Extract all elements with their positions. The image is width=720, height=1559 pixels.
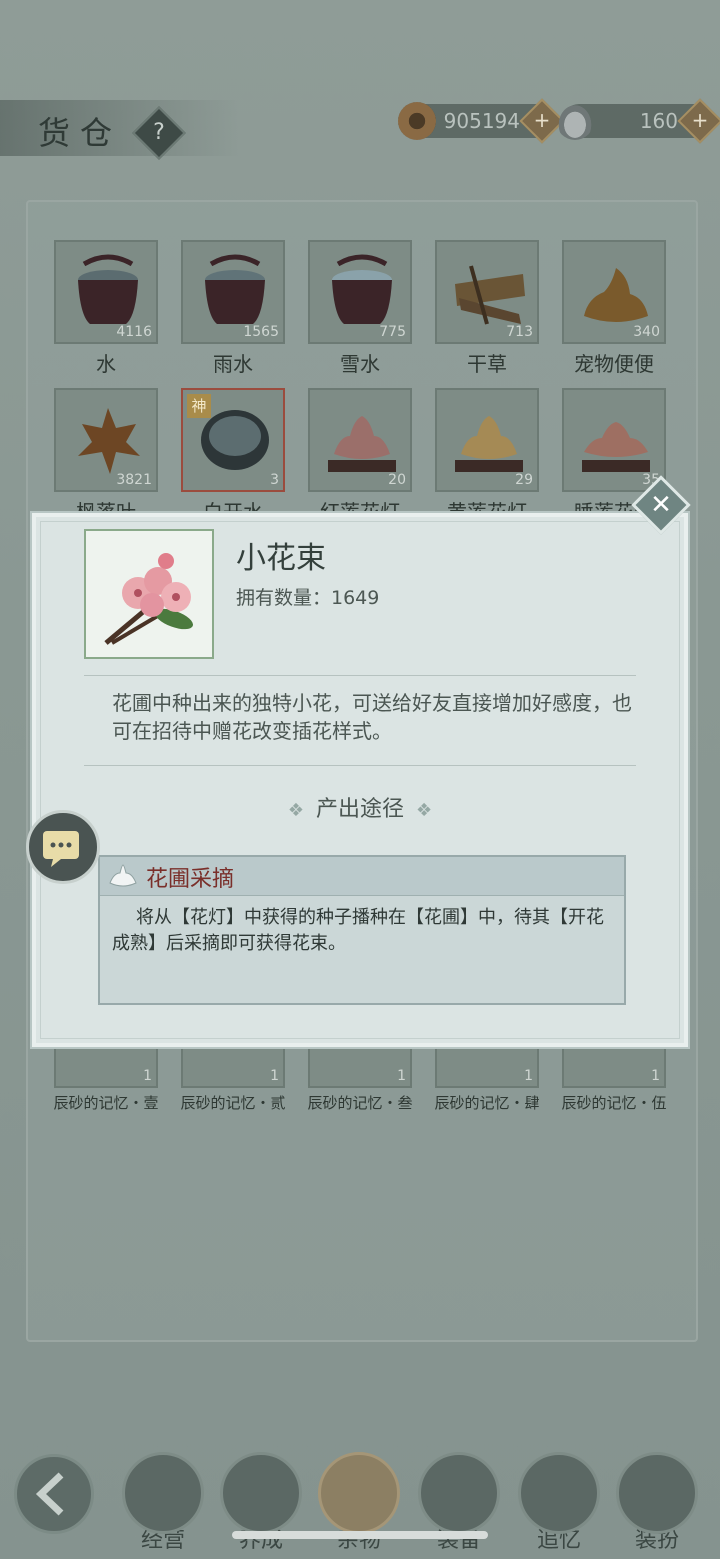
item-name: 辰砂的记忆・贰	[180, 1094, 286, 1112]
back-button[interactable]	[14, 1454, 94, 1534]
maple-leaf-icon	[78, 408, 140, 474]
close-x-icon: ✕	[650, 490, 672, 520]
item-count: 3821	[116, 472, 152, 488]
bucket-icon	[78, 254, 138, 324]
item-slot-maple-leaf[interactable]: 3821	[54, 388, 158, 492]
ornament-icon: ❖	[416, 800, 433, 821]
item-detail-dialog: 小花束 拥有数量：1649 花圃中种出来的独特小花，可送给好友直接增加好感度，也…	[30, 511, 690, 1049]
copper-currency: 905194 +	[398, 98, 565, 144]
item-count: 1	[524, 1068, 533, 1084]
plus-icon: +	[691, 108, 709, 132]
item-slot-pet-droppings[interactable]: 340	[562, 240, 666, 344]
divider	[84, 675, 636, 676]
letter-icon	[518, 1452, 600, 1534]
item-name: 干草	[467, 352, 507, 376]
help-icon: ?	[153, 120, 165, 145]
lotus-lamp-icon	[455, 416, 523, 472]
item-count: 1	[651, 1068, 660, 1084]
lotus-lamp-icon	[328, 416, 396, 472]
item-name: 宠物便便	[574, 352, 654, 376]
chat-bubble-icon	[43, 831, 79, 867]
item-count: 340	[633, 324, 660, 340]
item-title: 小花束	[236, 541, 326, 576]
source-name: 花圃采摘	[146, 867, 235, 892]
silver-value: 160	[639, 109, 678, 133]
source-card-header: 花圃采摘	[100, 857, 624, 896]
item-count: 1565	[243, 324, 279, 340]
item-count: 20	[388, 472, 406, 488]
bucket-icon	[332, 254, 392, 324]
item-slot-memory-4[interactable]: 1	[435, 1046, 539, 1088]
item-slot-hay[interactable]: 713	[435, 240, 539, 344]
divider	[84, 765, 636, 766]
item-slot-water-lily-lamp[interactable]: 35	[562, 388, 666, 492]
item-name: 辰砂的记忆・伍	[561, 1094, 667, 1112]
flower-bouquet-icon	[104, 553, 193, 645]
source-description: 将从【花灯】中获得的种子播种在【花圃】中，待其【开花成熟】后采摘即可获得花束。	[112, 907, 604, 954]
robe-icon	[418, 1452, 500, 1534]
item-name: 辰砂的记忆・肆	[434, 1094, 540, 1112]
copper-value: 905194	[443, 109, 520, 133]
pavilion-icon	[616, 1452, 698, 1534]
hay-icon	[455, 265, 525, 325]
bundle-icon	[318, 1452, 400, 1534]
item-slot-red-lotus-lamp[interactable]: 20	[308, 388, 412, 492]
page-title-bar: 货仓	[0, 100, 240, 156]
lotus-icon	[109, 864, 137, 887]
page-title: 货仓	[38, 114, 123, 152]
item-slot-memory-3[interactable]: 1	[308, 1046, 412, 1088]
item-slot-yellow-lotus-lamp[interactable]: 29	[435, 388, 539, 492]
source-heading: ❖ 产出途径 ❖	[32, 791, 688, 823]
item-name: 辰砂的记忆・叁	[307, 1094, 413, 1112]
item-description: 花圃中种出来的独特小花，可送给好友直接增加好感度，也可在招待中赠花改变插花样式。	[112, 691, 632, 743]
item-name: 辰砂的记忆・壹	[53, 1094, 159, 1112]
owned-count: 拥有数量：1649	[236, 587, 380, 609]
item-name: 雨水	[213, 352, 253, 376]
copper-coin-icon	[398, 102, 436, 140]
item-count: 775	[379, 324, 406, 340]
item-slot-water[interactable]: 4116	[54, 240, 158, 344]
silver-ingot-icon	[556, 102, 594, 140]
item-slot-rainwater[interactable]: 1565	[181, 240, 285, 344]
item-count: 713	[506, 324, 533, 340]
item-count: 1	[143, 1068, 152, 1084]
item-slot-memory-2[interactable]: 1	[181, 1046, 285, 1088]
item-count: 1	[270, 1068, 279, 1084]
divine-badge: 神	[187, 394, 211, 418]
droppings-icon	[584, 268, 648, 322]
chat-button[interactable]	[26, 810, 100, 884]
item-name: 雪水	[340, 352, 380, 376]
nav-item-dressup[interactable]: 装扮	[614, 1452, 700, 1554]
nav-item-memories[interactable]: 追忆	[516, 1452, 602, 1554]
plus-icon: +	[533, 108, 551, 132]
source-heading-label: 产出途径	[315, 797, 404, 822]
item-slot-snowwater[interactable]: 775	[308, 240, 412, 344]
item-count: 3	[270, 472, 279, 488]
lotus-lamp-icon	[582, 422, 650, 472]
item-count: 29	[515, 472, 533, 488]
item-slot-memory-5[interactable]: 1	[562, 1046, 666, 1088]
item-thumbnail	[84, 529, 214, 659]
bucket-icon	[205, 254, 265, 324]
ornament-icon: ❖	[287, 800, 304, 821]
back-arrow-icon	[35, 1472, 64, 1516]
item-slot-boiled-water[interactable]: 神 3	[181, 388, 285, 492]
item-slot-memory-1[interactable]: 1	[54, 1046, 158, 1088]
bowl-icon	[122, 1452, 204, 1534]
nav-item-business[interactable]: 经营	[120, 1452, 206, 1554]
source-card: 花圃采摘 将从【花灯】中获得的种子播种在【花圃】中，待其【开花成熟】后采摘即可获…	[98, 855, 626, 1005]
item-count: 1	[397, 1068, 406, 1084]
orb-icon	[220, 1452, 302, 1534]
home-indicator[interactable]	[232, 1531, 488, 1539]
item-count: 4116	[116, 324, 152, 340]
silver-currency: 160 +	[556, 98, 720, 144]
item-name: 水	[96, 352, 116, 376]
